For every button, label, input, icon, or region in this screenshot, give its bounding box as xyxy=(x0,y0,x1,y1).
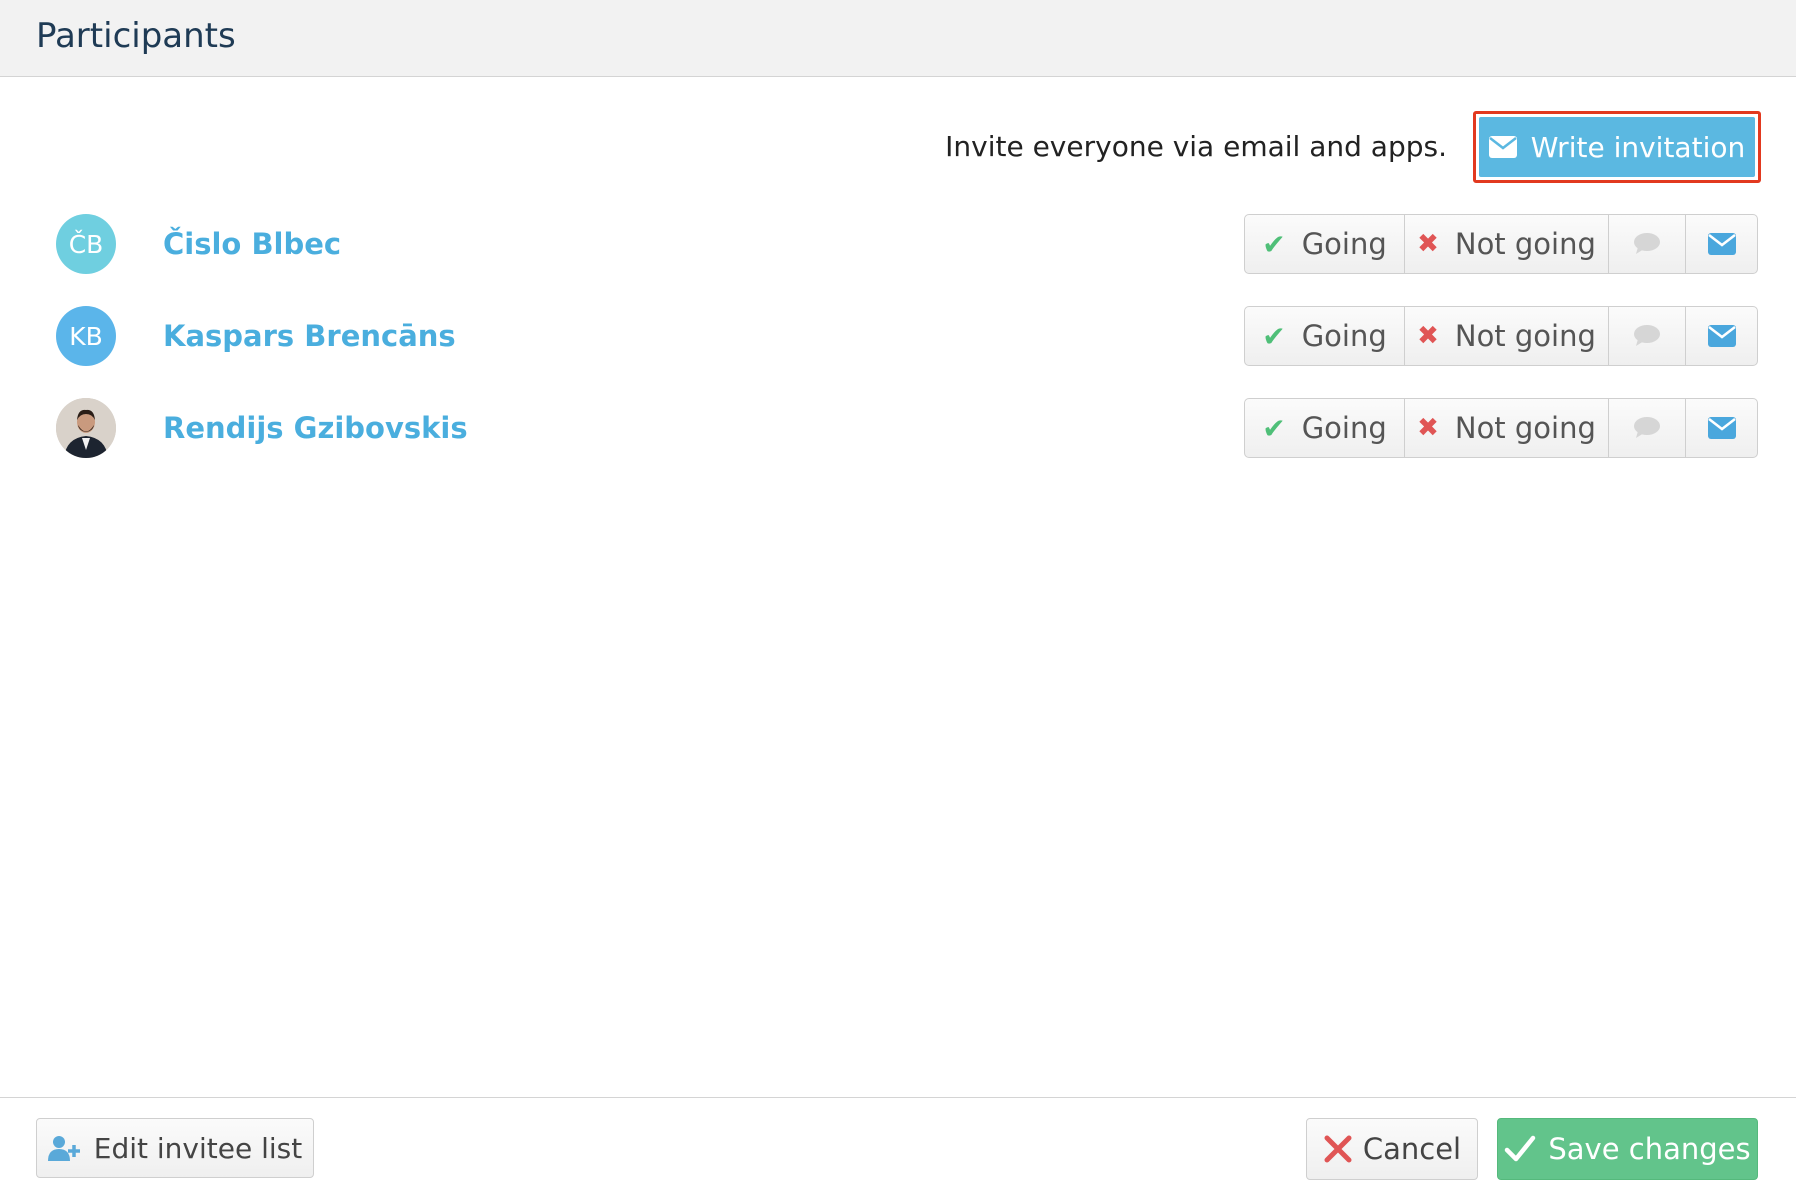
participant-row: ČB Čislo Blbec ✔ Going ✖ Not going xyxy=(0,214,1796,276)
participant-name[interactable]: Rendijs Gzibovskis xyxy=(163,411,468,445)
avatar: KB xyxy=(56,306,116,366)
add-user-icon xyxy=(47,1135,80,1161)
going-label: Going xyxy=(1301,319,1387,353)
write-invitation-label: Write invitation xyxy=(1530,130,1746,164)
close-icon xyxy=(1323,1134,1353,1164)
going-label: Going xyxy=(1301,411,1387,445)
email-button[interactable] xyxy=(1686,399,1757,457)
comment-button[interactable] xyxy=(1609,399,1686,457)
email-button[interactable] xyxy=(1686,215,1757,273)
save-changes-button[interactable]: Save changes xyxy=(1497,1118,1758,1180)
check-icon: ✔ xyxy=(1262,227,1286,261)
participant-row: KB Kaspars Brencāns ✔ Going ✖ Not going xyxy=(0,306,1796,368)
x-icon: ✖ xyxy=(1417,413,1439,443)
participant-row: Rendijs Gzibovskis ✔ Going ✖ Not going xyxy=(0,398,1796,460)
speech-bubble-icon xyxy=(1633,416,1661,440)
avatar xyxy=(56,398,116,458)
not-going-label: Not going xyxy=(1454,411,1596,445)
going-button[interactable]: ✔ Going xyxy=(1245,307,1405,365)
edit-invitee-list-button[interactable]: Edit invitee list xyxy=(36,1118,314,1178)
comment-button[interactable] xyxy=(1609,307,1686,365)
not-going-label: Not going xyxy=(1454,227,1596,261)
dialog-header: Participants xyxy=(0,0,1796,77)
going-button[interactable]: ✔ Going xyxy=(1245,399,1405,457)
rsvp-button-group: ✔ Going ✖ Not going xyxy=(1244,214,1758,274)
speech-bubble-icon xyxy=(1633,324,1661,348)
not-going-label: Not going xyxy=(1454,319,1596,353)
envelope-icon xyxy=(1707,233,1736,255)
participant-name[interactable]: Kaspars Brencāns xyxy=(163,319,456,353)
check-icon: ✔ xyxy=(1262,411,1286,445)
going-label: Going xyxy=(1301,227,1387,261)
envelope-icon xyxy=(1707,417,1736,439)
going-button[interactable]: ✔ Going xyxy=(1245,215,1405,273)
x-icon: ✖ xyxy=(1417,229,1439,259)
rsvp-button-group: ✔ Going ✖ Not going xyxy=(1244,306,1758,366)
save-changes-label: Save changes xyxy=(1548,1132,1751,1166)
email-button[interactable] xyxy=(1686,307,1757,365)
participant-name[interactable]: Čislo Blbec xyxy=(163,227,341,261)
profile-photo-icon xyxy=(56,398,116,458)
invite-description: Invite everyone via email and apps. xyxy=(945,130,1447,163)
check-icon xyxy=(1504,1135,1536,1163)
participants-dialog: Participants Invite everyone via email a… xyxy=(0,0,1796,1186)
not-going-button[interactable]: ✖ Not going xyxy=(1405,399,1609,457)
cancel-button[interactable]: Cancel xyxy=(1306,1118,1478,1180)
comment-button[interactable] xyxy=(1609,215,1686,273)
envelope-icon xyxy=(1707,325,1736,347)
edit-invitee-list-label: Edit invitee list xyxy=(93,1131,303,1165)
envelope-icon xyxy=(1488,136,1517,158)
cancel-label: Cancel xyxy=(1362,1132,1462,1166)
speech-bubble-icon xyxy=(1633,232,1661,256)
x-icon: ✖ xyxy=(1417,321,1439,351)
page-title: Participants xyxy=(36,16,236,56)
check-icon: ✔ xyxy=(1262,319,1286,353)
footer-divider xyxy=(0,1097,1796,1098)
rsvp-button-group: ✔ Going ✖ Not going xyxy=(1244,398,1758,458)
not-going-button[interactable]: ✖ Not going xyxy=(1405,215,1609,273)
write-invitation-button[interactable]: Write invitation xyxy=(1473,111,1761,183)
not-going-button[interactable]: ✖ Not going xyxy=(1405,307,1609,365)
avatar: ČB xyxy=(56,214,116,274)
